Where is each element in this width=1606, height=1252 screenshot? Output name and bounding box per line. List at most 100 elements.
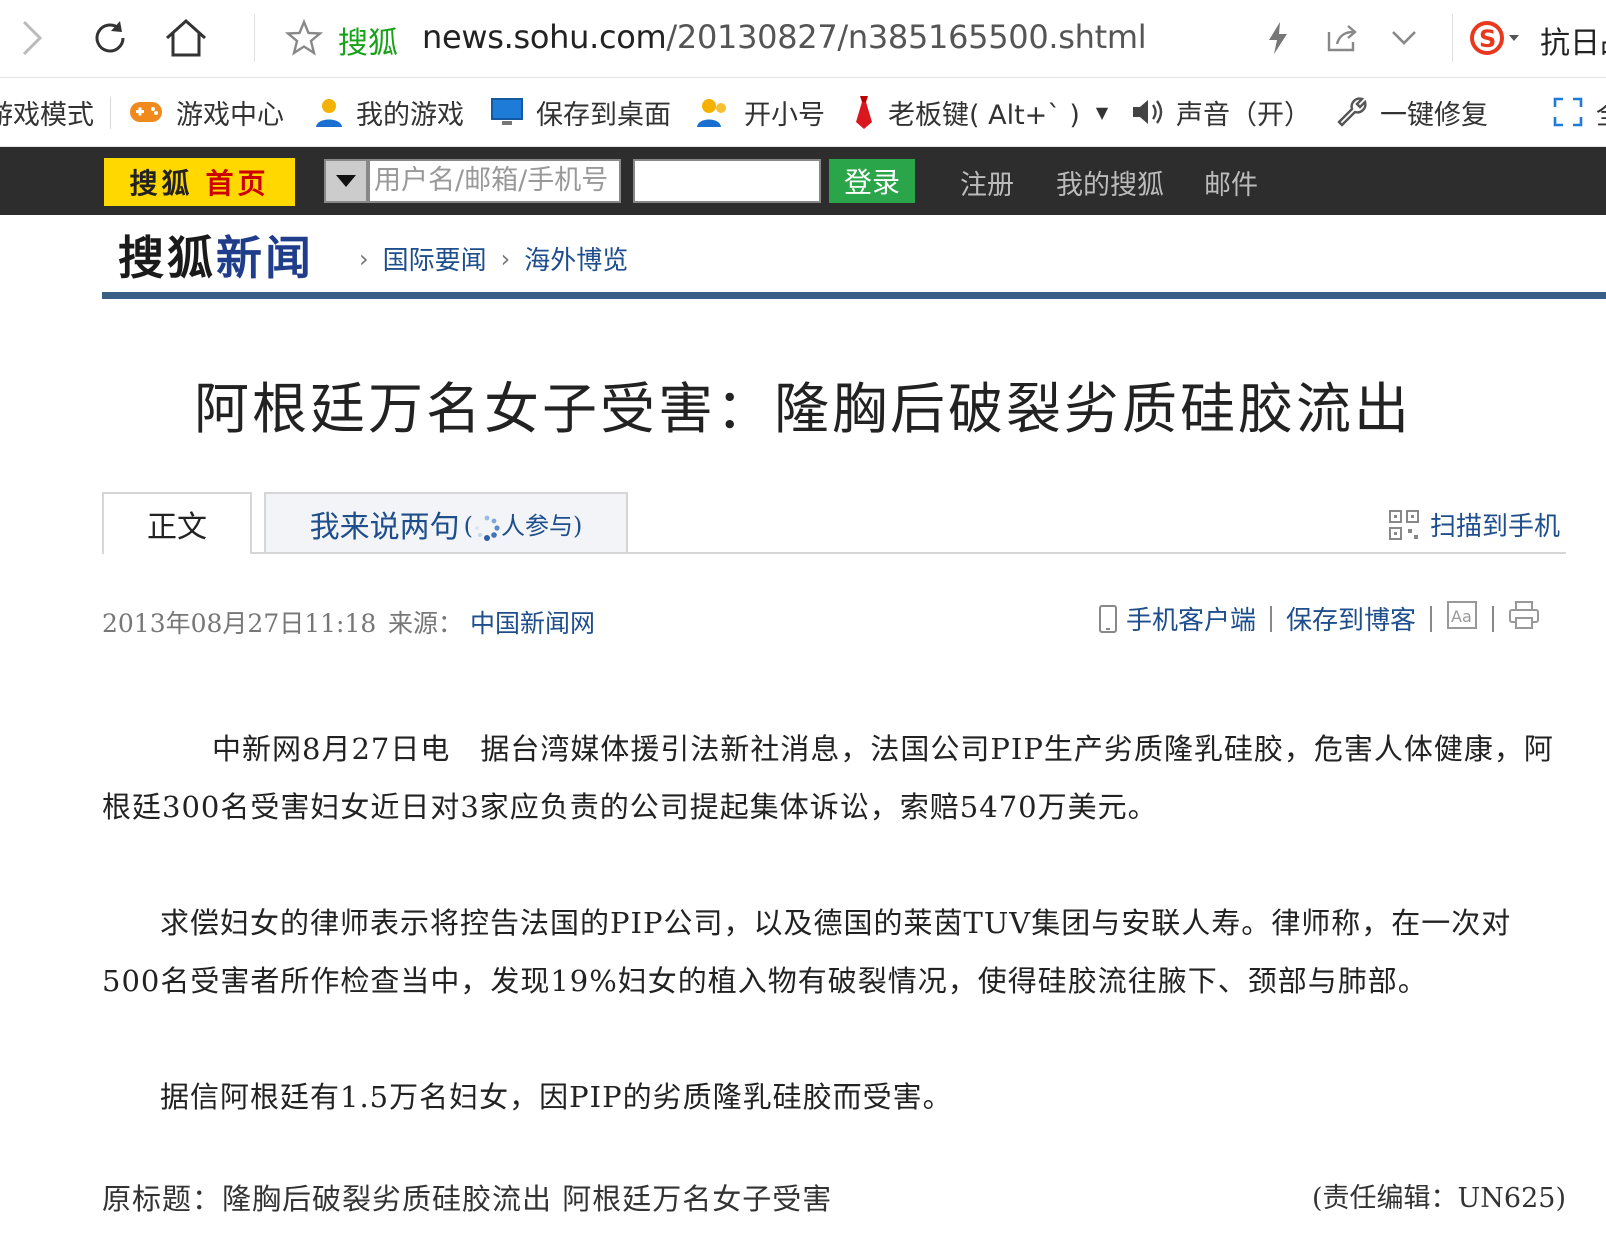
- scan-to-phone[interactable]: 扫描到手机: [1388, 506, 1560, 543]
- logo-part-news: 新闻: [216, 231, 314, 285]
- header-divider: [102, 292, 1606, 299]
- fav-label: 游戏中心: [176, 99, 284, 131]
- wrench-icon: [1336, 96, 1368, 128]
- my-sohu-link[interactable]: 我的搜狐: [1056, 163, 1164, 202]
- home-label: 首页: [205, 167, 270, 200]
- article-title: 阿根廷万名女子受害：隆胸后破裂劣质硅胶流出: [193, 377, 1412, 441]
- mail-link[interactable]: 邮件: [1204, 163, 1258, 202]
- speaker-icon: [1130, 97, 1164, 127]
- responsible-editor: (责任编辑：UN625): [1312, 1183, 1566, 1214]
- share-button[interactable]: [1322, 18, 1362, 58]
- svg-text:Aa: Aa: [1451, 607, 1472, 626]
- font-size-button[interactable]: Aa: [1446, 600, 1478, 637]
- reload-icon: [95, 21, 125, 53]
- fav-game-mode[interactable]: 游戏模式: [0, 89, 94, 135]
- share-icon: [1327, 25, 1357, 52]
- search-engine-button[interactable]: S: [1466, 18, 1528, 58]
- fav-boss-key[interactable]: 老板键( Alt+` ) ▼: [852, 89, 1108, 135]
- fullscreen-icon: [1552, 96, 1584, 128]
- password-input[interactable]: [633, 159, 821, 203]
- chevron-right-icon: [22, 20, 43, 56]
- login-type-dropdown[interactable]: [324, 159, 368, 203]
- separator: [1270, 605, 1273, 632]
- separator: [1430, 605, 1433, 632]
- forward-button[interactable]: [8, 14, 56, 62]
- dropdown-button[interactable]: [1384, 18, 1424, 58]
- publish-date: 2013年08月27日11:18: [102, 609, 377, 638]
- fav-save-desktop[interactable]: 保存到桌面: [490, 89, 671, 135]
- home-button[interactable]: [162, 14, 210, 62]
- mobile-client-link[interactable]: 手机客户端: [1126, 600, 1256, 637]
- reload-button[interactable]: [86, 14, 134, 62]
- chevron-right-icon: ›: [359, 244, 369, 273]
- search-box-text[interactable]: 抗日战: [1540, 18, 1606, 62]
- breadcrumb: › 国际要闻 › 海外博览: [355, 240, 628, 277]
- loading-spinner-icon: [475, 515, 500, 541]
- caret-down-icon: ▼: [1095, 102, 1109, 122]
- print-button[interactable]: [1508, 600, 1540, 637]
- separator: [1452, 14, 1453, 62]
- fav-label: 老板键( Alt+` ): [888, 99, 1080, 131]
- fav-repair[interactable]: 一键修复: [1336, 89, 1488, 135]
- sohu-brand: 搜狐: [129, 167, 194, 200]
- users-icon: [696, 96, 732, 128]
- fav-label: 开小号: [744, 99, 825, 131]
- chevron-right-icon: ›: [500, 244, 511, 273]
- star-icon: [285, 19, 323, 56]
- fav-new-account[interactable]: 开小号: [696, 89, 825, 135]
- chevron-down-icon: [1392, 31, 1416, 45]
- fav-label: 游戏模式: [0, 99, 94, 131]
- username-input[interactable]: 用户名/邮箱/手机号: [368, 159, 621, 203]
- separator: [254, 14, 255, 62]
- url-field[interactable]: news.sohu.com/20130827/n385165500.shtml: [422, 18, 1147, 56]
- article-paragraph: 求偿妇女的律师表示将控告法国的PIP公司，以及德国的莱茵TUV集团与安联人寿。律…: [102, 906, 1512, 998]
- lightning-button[interactable]: [1258, 18, 1298, 58]
- login-button[interactable]: 登录: [829, 159, 915, 203]
- fav-label: 我的游戏: [356, 99, 464, 131]
- save-to-blog-link[interactable]: 保存到博客: [1286, 600, 1416, 637]
- comment-count: (人参与): [463, 512, 583, 541]
- tab-underline: [250, 552, 1566, 554]
- sohu-news-logo[interactable]: 搜狐新闻: [118, 222, 314, 288]
- register-link[interactable]: 注册: [960, 163, 1014, 202]
- source-label: 来源：: [388, 609, 464, 638]
- sogou-logo-icon: S: [1470, 21, 1519, 55]
- fav-label: 一键修复: [1380, 99, 1488, 131]
- fav-fullscreen[interactable]: 全: [1552, 89, 1606, 135]
- breadcrumb-item[interactable]: 海外博览: [524, 240, 628, 277]
- site-name: 搜狐: [338, 26, 398, 61]
- original-title: 原标题：隆胸后破裂劣质硅胶流出 阿根廷万名女子受害: [102, 1182, 833, 1216]
- svg-text:S: S: [1479, 25, 1496, 53]
- separator: [1492, 605, 1495, 632]
- breadcrumb-item[interactable]: 国际要闻: [383, 240, 487, 277]
- article-paragraph: 中新网8月27日电 据台湾媒体援引法新社消息，法国公司PIP生产劣质隆乳硅胶，危…: [102, 732, 1554, 824]
- sohu-home-button[interactable]: 搜狐 首页: [104, 158, 295, 206]
- address-bar: 搜狐 news.sohu.com/20130827/n385165500.sht…: [0, 0, 1606, 78]
- fav-label: 全: [1596, 93, 1606, 132]
- font-size-icon: Aa: [1447, 601, 1478, 629]
- caret-down-icon: [336, 175, 356, 187]
- article-paragraph: 据信阿根廷有1.5万名妇女，因PIP的劣质隆乳硅胶而受害。: [160, 1080, 953, 1114]
- fav-sound[interactable]: 声音（开）: [1130, 89, 1311, 135]
- source-link[interactable]: 中国新闻网: [470, 604, 595, 640]
- tab-comments[interactable]: 我来说两句 (人参与): [264, 492, 628, 554]
- boss-key-icon: [852, 94, 876, 130]
- home-icon: [165, 18, 207, 57]
- phone-icon: [1098, 604, 1118, 634]
- fav-game-center[interactable]: 游戏中心: [128, 89, 284, 135]
- sohu-top-bar: 搜狐 首页 用户名/邮箱/手机号 登录 注册 我的搜狐 邮件: [0, 147, 1606, 215]
- lightning-icon: [1269, 22, 1287, 54]
- fav-label: 声音（开）: [1176, 99, 1311, 131]
- fav-label: 保存到桌面: [536, 99, 671, 131]
- monitor-icon: [490, 97, 524, 127]
- fav-my-games[interactable]: 我的游戏: [314, 89, 464, 135]
- url-host: news.sohu.com: [422, 18, 667, 56]
- separator: [110, 97, 111, 129]
- url-path: /20130827/n385165500.shtml: [666, 18, 1147, 56]
- scan-label: 扫描到手机: [1430, 512, 1561, 542]
- tab-comments-label: 我来说两句: [309, 510, 460, 545]
- favorites-toolbar: 游戏模式 游戏中心 我的游戏 保存到桌面 开小号 老板键( Alt+` ) ▼ …: [0, 79, 1606, 147]
- tab-article[interactable]: 正文: [102, 492, 252, 554]
- article-tools: 手机客户端 保存到博客 Aa: [1098, 600, 1540, 637]
- bookmark-button[interactable]: [280, 14, 328, 62]
